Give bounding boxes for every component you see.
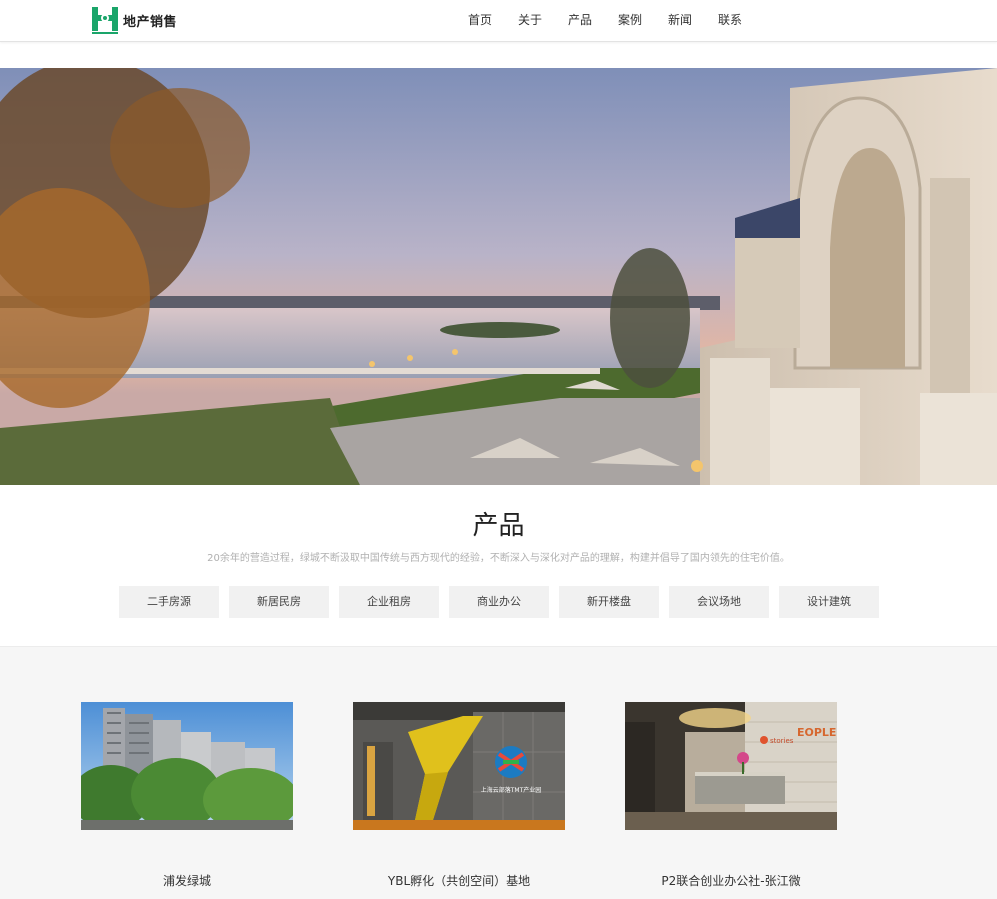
nav-item-home[interactable]: 首页 <box>455 0 505 42</box>
park-sign-text: 上海云部落TMT产业园 <box>481 786 542 794</box>
nav-item-contact[interactable]: 联系 <box>705 0 755 42</box>
product-caption[interactable]: YBL孵化（共创空间）基地 <box>353 872 565 889</box>
main-nav: 首页 关于 产品 案例 新闻 联系 <box>455 0 755 42</box>
nav-item-about[interactable]: 关于 <box>505 0 555 42</box>
tab-new-development[interactable]: 新开楼盘 <box>559 586 659 618</box>
site-header: 地产销售 首页 关于 产品 案例 新闻 联系 <box>0 0 997 42</box>
tab-new-residence[interactable]: 新居民房 <box>229 586 329 618</box>
people-sign-text: EOPLE <box>797 726 836 739</box>
brand-name[interactable]: 地产销售 <box>123 11 177 30</box>
nav-item-products[interactable]: 产品 <box>555 0 605 42</box>
tab-meeting-venue[interactable]: 会议场地 <box>669 586 769 618</box>
product-image[interactable]: stories EOPLE <box>625 702 837 830</box>
section-description: 20余年的营造过程，绿城不断汲取中国传统与西方现代的经验，不断深入与深化对产品的… <box>207 553 790 564</box>
stories-sign-text: stories <box>770 737 794 745</box>
tab-second-hand[interactable]: 二手房源 <box>119 586 219 618</box>
product-card[interactable]: 浦发绿城 <box>81 702 293 888</box>
tab-corporate-rental[interactable]: 企业租房 <box>339 586 439 618</box>
product-card[interactable]: stories EOPLE P2联合创业办公社-张江微 <box>625 702 837 888</box>
nav-item-cases[interactable]: 案例 <box>605 0 655 42</box>
tab-architecture-design[interactable]: 设计建筑 <box>779 586 879 618</box>
product-card[interactable]: 上海云部落TMT产业园 YBL孵化（共创空间）基地 <box>353 702 565 888</box>
section-title: 产品 <box>472 511 525 541</box>
product-category-tabs: 二手房源 新居民房 企业租房 商业办公 新开楼盘 会议场地 设计建筑 <box>119 586 889 618</box>
hero-image <box>0 68 997 485</box>
product-image[interactable] <box>81 702 293 830</box>
product-image[interactable]: 上海云部落TMT产业园 <box>353 702 565 830</box>
nav-item-news[interactable]: 新闻 <box>655 0 705 42</box>
tab-commercial-office[interactable]: 商业办公 <box>449 586 549 618</box>
product-caption[interactable]: P2联合创业办公社-张江微 <box>625 872 837 889</box>
logo-icon[interactable] <box>92 7 118 35</box>
product-caption[interactable]: 浦发绿城 <box>81 872 293 889</box>
product-gallery: 浦发绿城 上海云部落TMT产业园 YBL孵化（共创空间）基地 stories E… <box>0 646 997 899</box>
hero-banner[interactable] <box>0 68 997 485</box>
